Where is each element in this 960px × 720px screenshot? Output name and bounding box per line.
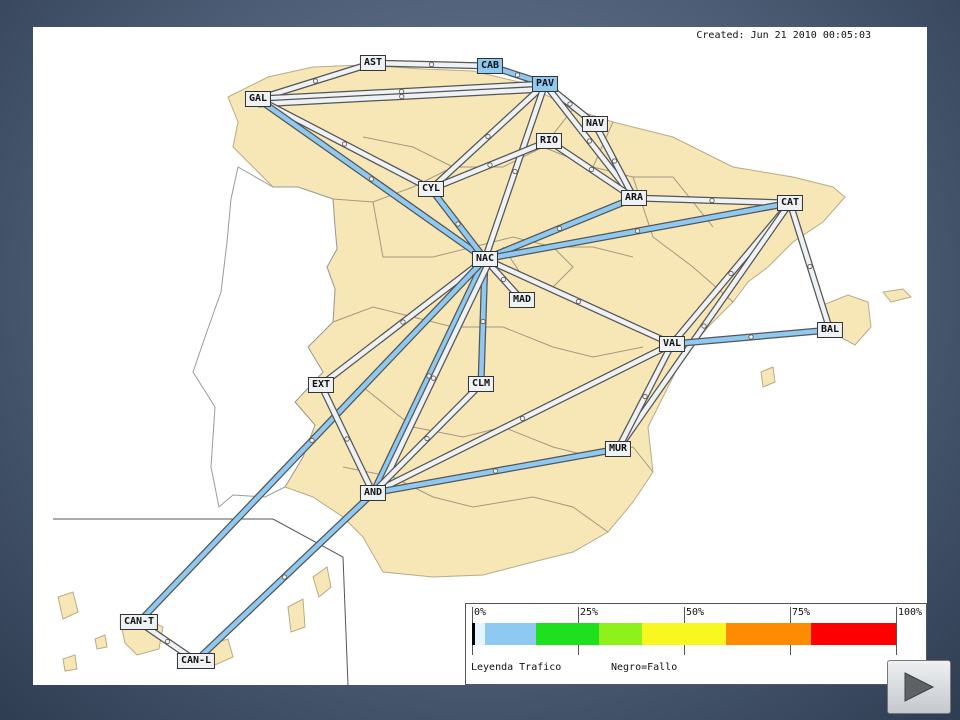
canary-island-7 [312, 566, 332, 598]
node-and: AND [359, 485, 387, 501]
legend-gridline [896, 607, 897, 655]
legend-color-band [641, 623, 727, 645]
node-cat: CAT [776, 195, 804, 211]
node-ast: AST [359, 55, 387, 71]
node-cab: CAB [476, 58, 504, 74]
legend-fail-note: Negro=Fallo [611, 662, 678, 673]
traffic-legend: 0% 25% 50% 75% 100% Leyenda Trafico Negro=Fa… [465, 603, 927, 685]
play-arrow-icon [904, 672, 935, 702]
legend-color-band [599, 623, 642, 645]
canary-island-1 [57, 591, 79, 620]
legend-tick-label: 0% [474, 607, 487, 618]
node-cyl: CYL [417, 181, 445, 197]
node-nav: NAV [581, 116, 609, 132]
next-slide-button[interactable] [887, 660, 951, 714]
canary-island-4 [62, 654, 78, 672]
legend-tick-label: 100% [898, 607, 923, 618]
canary-island-6 [287, 598, 306, 633]
node-canl: CAN-L [176, 653, 216, 669]
node-val: VAL [658, 336, 686, 352]
node-gal: GAL [244, 91, 272, 107]
ibiza-island [760, 366, 776, 388]
node-rio: RIO [535, 133, 563, 149]
node-nac: NAC [471, 251, 499, 267]
node-mad: MAD [508, 292, 536, 308]
legend-title: Leyenda Trafico [471, 662, 562, 673]
legend-color-band [474, 623, 485, 645]
legend-tick-label: 50% [686, 607, 705, 618]
legend-tick-label: 25% [580, 607, 599, 618]
node-pav: PAV [531, 76, 559, 92]
node-ext: EXT [307, 377, 335, 393]
legend-color-band [811, 623, 896, 645]
link-ara-cat [633, 194, 791, 207]
menorca-island [882, 288, 912, 303]
node-bal: BAL [816, 322, 844, 338]
network-map-slide: AST CAB PAV GAL NAV RIO CYL ARA CAT NAC MAD BAL VAL E… [33, 27, 927, 685]
node-mur: MUR [604, 441, 632, 457]
legend-color-band [535, 623, 600, 645]
iberia-map [53, 59, 912, 685]
legend-tick-label: 75% [792, 607, 811, 618]
canary-island-2 [94, 634, 108, 650]
legend-color-band [484, 623, 536, 645]
created-timestamp: Created: Jun 21 2010 00:05:03 [696, 30, 871, 41]
node-ara: ARA [620, 190, 648, 206]
node-clm: CLM [467, 376, 495, 392]
legend-color-band [726, 623, 812, 645]
link-ast-cab [372, 59, 491, 70]
node-cant: CAN-T [119, 614, 159, 630]
